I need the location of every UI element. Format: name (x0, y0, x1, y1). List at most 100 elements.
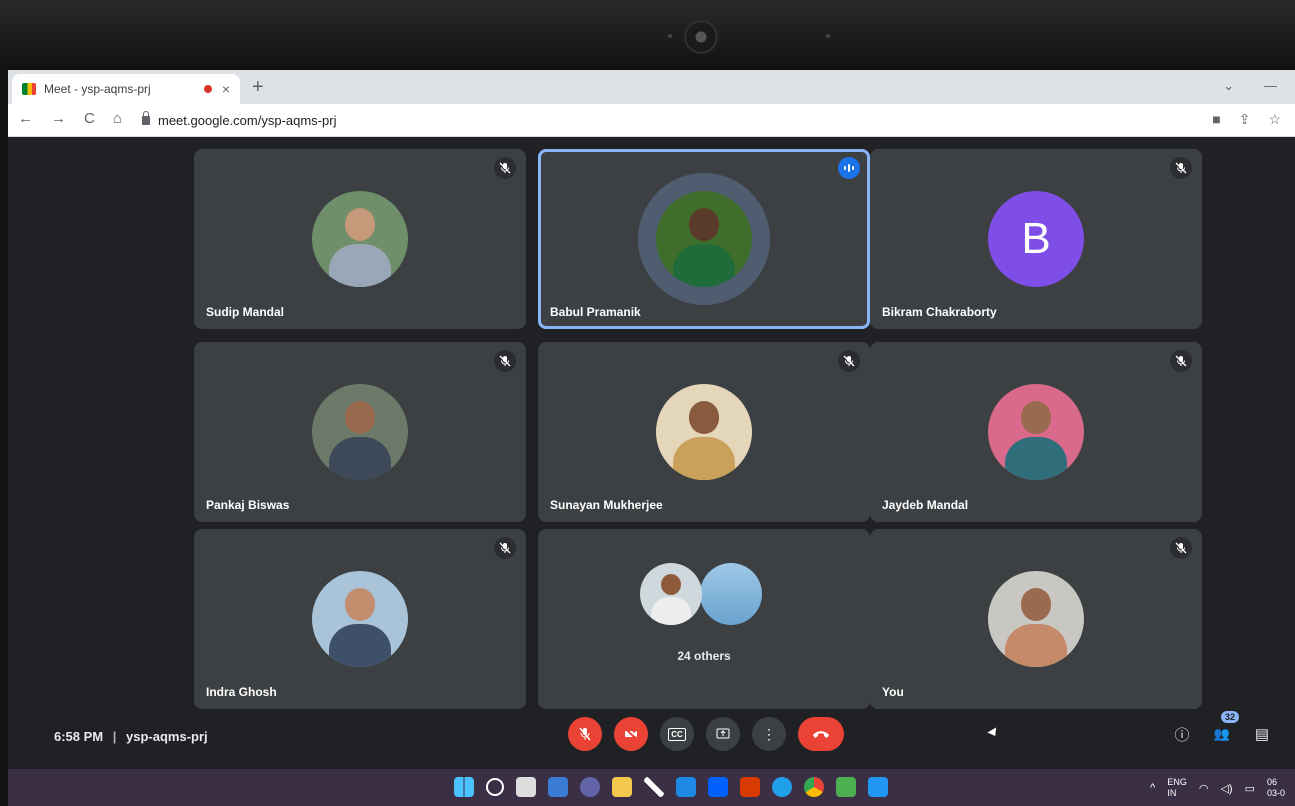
participant-name: Babul Pramanik (550, 305, 641, 319)
muted-mic-icon (838, 350, 860, 372)
volume-icon[interactable]: ◁) (1220, 782, 1232, 795)
wifi-icon[interactable]: ◠ (1199, 782, 1209, 795)
captions-icon: CC (668, 727, 686, 741)
camera-in-use-icon[interactable]: ■ (1212, 111, 1220, 128)
muted-mic-icon (1170, 350, 1192, 372)
windows-taskbar: ^ ENG IN ◠ ◁) ▭ 06 03-0 (8, 769, 1295, 806)
tab-strip: Meet - ysp-aqms-prj × + ⌄ — (8, 70, 1295, 104)
share-icon[interactable]: ⇪ (1239, 111, 1251, 128)
participant-tile[interactable]: Indra Ghosh (194, 529, 526, 709)
app-icon[interactable] (836, 777, 856, 797)
participant-name: Pankaj Biswas (206, 498, 290, 512)
region-code: IN (1167, 788, 1177, 798)
laptop-screen: Meet - ysp-aqms-prj × + ⌄ — ← → C ⌂ meet… (8, 70, 1295, 806)
meet-bottom-bar: 6:58 PM | ysp-aqms-prj CC ⋮ ⓘ 👥 32 ▤ (8, 707, 1295, 767)
participant-avatar (988, 384, 1084, 480)
hang-up-icon (813, 731, 829, 738)
people-icon: 👥 (1213, 726, 1231, 741)
mail-icon[interactable] (676, 777, 696, 797)
participant-name: Indra Ghosh (206, 685, 277, 699)
participant-tile[interactable]: Sudip Mandal (194, 149, 526, 329)
webcam-lens (684, 20, 718, 54)
teams-chat-icon[interactable] (580, 777, 600, 797)
edge-icon[interactable] (772, 777, 792, 797)
info-icon: ⓘ (1174, 726, 1190, 744)
bezel-sensor (668, 34, 672, 38)
clock[interactable]: 06 03-0 (1267, 777, 1285, 799)
participant-tile[interactable]: You (870, 529, 1202, 709)
search-icon[interactable] (486, 778, 504, 796)
present-screen-button[interactable] (706, 717, 740, 751)
participant-avatar (639, 562, 702, 625)
lock-icon (142, 110, 150, 125)
app-icon-2[interactable] (868, 777, 888, 797)
chat-icon: ▤ (1254, 726, 1270, 743)
dropbox-icon[interactable] (708, 777, 728, 797)
participant-avatar (656, 384, 752, 480)
participant-avatar (312, 191, 408, 287)
muted-mic-icon (1170, 537, 1192, 559)
participant-tile[interactable]: Pankaj Biswas (194, 342, 526, 522)
participant-tile[interactable]: Babul Pramanik (538, 149, 870, 329)
participant-name: Bikram Chakraborty (882, 305, 997, 319)
forward-button[interactable]: → (51, 110, 66, 127)
participant-avatar (988, 571, 1084, 667)
mic-off-icon (579, 727, 591, 741)
tray-overflow-icon[interactable]: ^ (1150, 782, 1155, 794)
new-tab-button[interactable]: + (252, 76, 264, 99)
meet-favicon-icon (22, 83, 36, 95)
browser-toolbar: ← → C ⌂ meet.google.com/ysp-aqms-prj ■ ⇪… (8, 104, 1295, 137)
browser-tab-meet[interactable]: Meet - ysp-aqms-prj × (12, 74, 240, 104)
participant-count-badge: 32 (1220, 711, 1239, 723)
minimize-button[interactable]: — (1264, 78, 1277, 94)
system-tray: ^ ENG IN ◠ ◁) ▭ 06 03-0 (1150, 777, 1285, 799)
more-options-button[interactable]: ⋮ (752, 717, 786, 751)
reload-button[interactable]: C (84, 110, 95, 127)
office-icon[interactable] (740, 777, 760, 797)
participant-tile[interactable]: 24 others (538, 529, 870, 709)
people-button[interactable]: 👥 32 (1211, 711, 1239, 745)
task-view-icon[interactable] (516, 777, 536, 797)
chrome-icon[interactable] (804, 777, 824, 797)
back-button[interactable]: ← (18, 110, 33, 127)
participant-name: Jaydeb Mandal (882, 498, 969, 512)
camera-off-icon (624, 727, 638, 741)
microphone-toggle-button[interactable] (568, 717, 602, 751)
muted-mic-icon (1170, 157, 1192, 179)
participant-tile[interactable]: Sunayan Mukherjee (538, 342, 870, 522)
file-explorer-icon[interactable] (612, 777, 632, 797)
tab-close-icon[interactable]: × (222, 81, 230, 97)
url-text: meet.google.com/ysp-aqms-prj (158, 112, 337, 128)
bookmark-star-icon[interactable]: ☆ (1268, 111, 1281, 128)
participant-tile[interactable]: B Bikram Chakraborty (870, 149, 1202, 329)
language-indicator[interactable]: ENG IN (1167, 777, 1187, 799)
participant-tile[interactable]: Jaydeb Mandal (870, 342, 1202, 522)
tab-search-icon[interactable]: ⌄ (1223, 78, 1234, 94)
battery-icon[interactable]: ▭ (1245, 782, 1255, 795)
camera-toggle-button[interactable] (614, 717, 648, 751)
muted-mic-icon (494, 350, 516, 372)
start-icon[interactable] (454, 777, 474, 797)
more-vert-icon: ⋮ (762, 725, 776, 742)
tab-title: Meet - ysp-aqms-prj (44, 82, 151, 96)
speaking-indicator-icon (838, 157, 860, 179)
recording-dot-icon (203, 85, 212, 93)
clock-time: 06 (1266, 777, 1277, 787)
widgets-icon[interactable] (548, 777, 568, 797)
present-screen-icon (716, 728, 730, 739)
participant-avatar (699, 562, 762, 625)
meeting-details: 6:58 PM | ysp-aqms-prj (54, 729, 208, 744)
bezel-sensor (826, 34, 830, 38)
captions-button[interactable]: CC (660, 717, 694, 751)
meet-stage: Sudip Mandal Babul Pramanik B Bikram Chakra… (8, 137, 1295, 806)
chat-button[interactable]: ▤ (1251, 723, 1273, 745)
address-bar[interactable]: meet.google.com/ysp-aqms-prj (138, 108, 1198, 132)
home-button[interactable]: ⌂ (113, 110, 122, 127)
call-controls: CC ⋮ (568, 717, 844, 751)
taskbar-apps (454, 777, 888, 797)
language-code: ENG (1167, 777, 1187, 787)
meeting-info-button[interactable]: ⓘ (1171, 723, 1193, 745)
leave-call-button[interactable] (798, 717, 844, 751)
winamp-icon[interactable] (644, 777, 664, 797)
participant-name: Sunayan Mukherjee (550, 498, 663, 512)
